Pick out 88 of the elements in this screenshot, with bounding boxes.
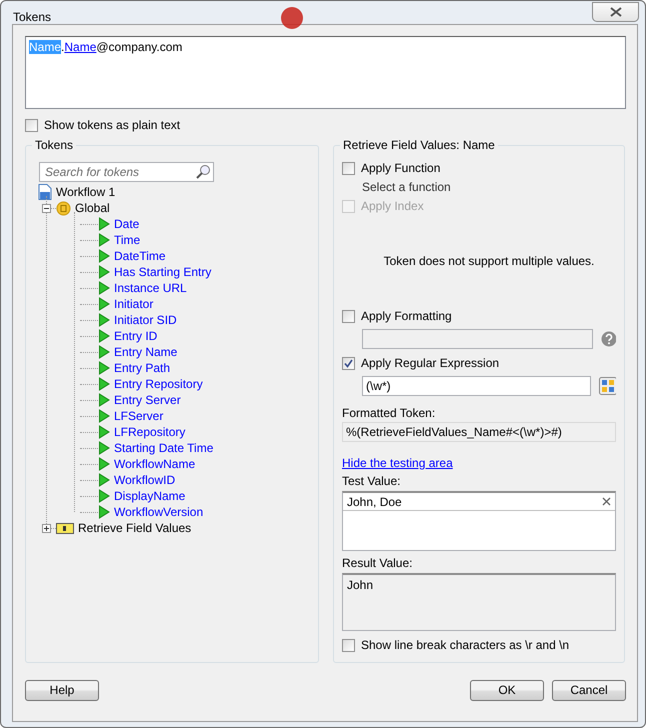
checkbox[interactable]	[25, 118, 38, 132]
test-value-field[interactable]: John, Doe	[342, 491, 616, 551]
document-icon	[38, 184, 52, 200]
play-icon	[98, 249, 110, 263]
play-icon	[98, 473, 110, 487]
cursor-highlight-icon	[279, 5, 305, 31]
check-icon	[344, 358, 353, 368]
clear-icon[interactable]	[602, 497, 611, 506]
token-item[interactable]: WorkflowVersion	[110, 505, 204, 519]
token-item[interactable]: Starting Date Time	[110, 441, 214, 455]
checkbox-label: Apply Regular Expression	[361, 356, 500, 370]
token-item[interactable]: Entry Path	[110, 361, 170, 375]
token-item[interactable]: WorkflowName	[110, 457, 196, 471]
play-icon	[98, 361, 110, 375]
play-icon	[98, 281, 110, 295]
close-icon	[610, 7, 622, 17]
play-icon	[98, 489, 110, 503]
checkbox[interactable]	[342, 162, 355, 174]
group-title: Retrieve Field Values: Name	[340, 138, 498, 152]
play-icon	[98, 265, 110, 279]
regex-field[interactable]: (\w*)	[362, 376, 591, 396]
play-icon	[98, 233, 110, 247]
field-icon	[56, 522, 74, 534]
group-title: Tokens	[32, 138, 76, 152]
token-item[interactable]: Entry Repository	[110, 377, 203, 391]
result-value-text: John	[347, 578, 374, 592]
token-item[interactable]: DateTime	[110, 249, 166, 263]
play-icon	[98, 425, 110, 439]
help-button[interactable]: Help	[25, 680, 99, 700]
play-icon	[98, 505, 110, 519]
token-item[interactable]: Initiator	[110, 297, 154, 311]
play-icon	[98, 457, 110, 471]
token-editor[interactable]: Name.Name@company.com	[25, 36, 626, 109]
token-item[interactable]: DisplayName	[110, 489, 186, 503]
expand-toggle[interactable]	[42, 524, 51, 532]
hide-testing-link[interactable]: Hide the testing area	[342, 456, 453, 470]
close-button[interactable]	[592, 2, 639, 22]
token-item[interactable]: Time	[110, 233, 140, 247]
play-icon	[98, 409, 110, 423]
play-icon	[98, 217, 110, 231]
search-icon[interactable]	[195, 164, 211, 180]
formatted-token-field: %(RetrieveFieldValues_Name#<(\w*)>#)	[342, 422, 616, 442]
checkbox-label: Apply Function	[361, 161, 440, 175]
checkbox[interactable]	[342, 638, 355, 652]
search-field[interactable]: Search for tokens	[39, 162, 214, 182]
window-title: Tokens	[13, 10, 52, 24]
editor-text: @company.com	[96, 40, 182, 54]
token-item[interactable]: Entry Name	[110, 345, 178, 359]
tree-item[interactable]: Workflow 1	[52, 185, 116, 199]
play-icon	[98, 441, 110, 455]
token-item[interactable]: Entry ID	[110, 329, 158, 343]
token-item[interactable]: LFRepository	[110, 425, 186, 439]
token-item[interactable]: LFServer	[110, 409, 164, 423]
play-icon	[98, 345, 110, 359]
token-item[interactable]: Instance URL	[110, 281, 187, 295]
token-item[interactable]: Date	[110, 217, 140, 231]
play-icon	[98, 329, 110, 343]
field-label: Test Value:	[342, 474, 402, 488]
token-item[interactable]: WorkflowID	[110, 473, 176, 487]
field-label: Result Value:	[342, 556, 414, 570]
field-label: Formatted Token:	[342, 406, 436, 420]
coin-icon	[56, 200, 71, 216]
grid-icon[interactable]	[598, 377, 616, 395]
checkbox-label: Apply Index	[361, 199, 424, 213]
play-icon	[98, 297, 110, 311]
checkbox-label: Show line break characters as \r and \n	[361, 638, 570, 652]
info-message: Token does not support multiple values.	[384, 254, 594, 268]
editor-text: .	[61, 40, 64, 54]
checkbox[interactable]	[342, 356, 355, 370]
ok-button[interactable]: OK	[470, 680, 544, 700]
play-icon	[98, 313, 110, 327]
cancel-button[interactable]: Cancel	[552, 680, 626, 700]
help-icon[interactable]	[600, 331, 616, 347]
tree-item[interactable]: Global	[71, 201, 110, 215]
token-item[interactable]: Entry Server	[110, 393, 181, 407]
plus-icon	[43, 524, 50, 532]
token-item[interactable]: Has Starting Entry	[110, 265, 212, 279]
token-link[interactable]: Name	[64, 40, 96, 54]
play-icon	[98, 377, 110, 391]
checkbox-label: Apply Formatting	[361, 309, 452, 323]
tree-item[interactable]: Retrieve Field Values	[74, 521, 192, 535]
play-icon	[98, 393, 110, 407]
token-item[interactable]: Initiator SID	[110, 313, 177, 327]
expand-toggle[interactable]	[42, 204, 51, 212]
test-value-text: John, Doe	[347, 494, 402, 508]
checkbox-label: Show tokens as plain text	[44, 118, 180, 132]
checkbox[interactable]	[342, 310, 355, 322]
function-hint: Select a function	[361, 179, 452, 196]
